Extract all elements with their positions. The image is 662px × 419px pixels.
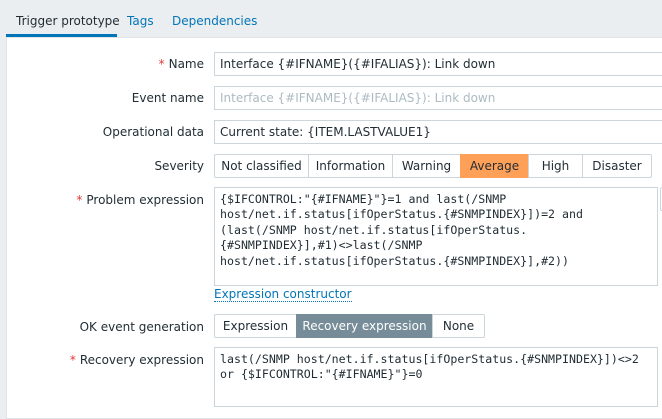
tab-trigger-prototype[interactable]: Trigger prototype [16, 0, 120, 36]
ok-event-expression-button[interactable]: Expression [214, 314, 297, 338]
severity-label: Severity [154, 159, 204, 173]
ok-event-none-button[interactable]: None [432, 314, 485, 338]
event-name-input[interactable]: Interface {#IFNAME}({#IFALIAS}): Link do… [214, 86, 662, 110]
severity-high-button[interactable]: High [528, 154, 583, 178]
severity-selector: Not classified Information Warning Avera… [214, 154, 652, 178]
ok-event-generation-selector: Expression Recovery expression None [214, 314, 485, 338]
severity-average-button[interactable]: Average [460, 154, 529, 178]
severity-warning-button[interactable]: Warning [392, 154, 461, 178]
operational-data-label: Operational data [102, 125, 204, 139]
tab-tags[interactable]: Tags [127, 0, 154, 36]
severity-not-classified-button[interactable]: Not classified [214, 154, 309, 178]
name-input[interactable]: Interface {#IFNAME}({#IFALIAS}): Link do… [214, 52, 662, 76]
name-label: * Name [158, 57, 204, 71]
ok-event-generation-label: OK event generation [79, 320, 204, 334]
tab-dependencies[interactable]: Dependencies [172, 0, 257, 36]
expression-constructor-link[interactable]: Expression constructor [214, 288, 352, 302]
recovery-expression-textarea[interactable]: last(/SNMP host/net.if.status[ifOperStat… [214, 347, 658, 407]
ok-event-recovery-expression-button[interactable]: Recovery expression [296, 314, 433, 338]
recovery-expression-label: * Recovery expression [69, 353, 204, 367]
severity-information-button[interactable]: Information [308, 154, 393, 178]
problem-expression-label: * Problem expression [76, 193, 204, 207]
problem-expression-textarea[interactable]: {$IFCONTROL:"{#IFNAME}"}=1 and last(/SNM… [214, 187, 658, 286]
event-name-label: Event name [131, 91, 204, 105]
tab-bar: Trigger prototype Tags Dependencies [0, 0, 662, 37]
operational-data-input[interactable]: Current state: {ITEM.LASTVALUE1} [214, 120, 662, 144]
severity-disaster-button[interactable]: Disaster [582, 154, 652, 178]
required-marker: * [158, 57, 165, 71]
